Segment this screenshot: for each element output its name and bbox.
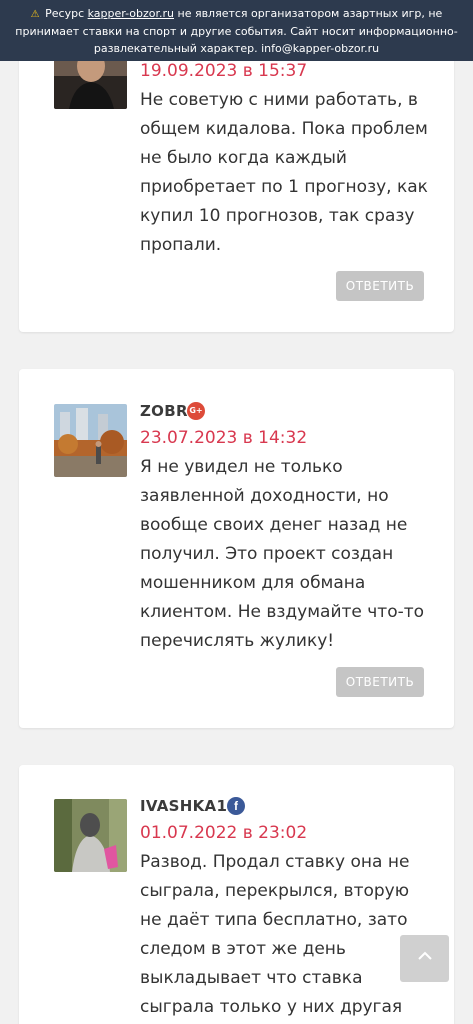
comment-text: Не советую с ними работать, в общем кида… bbox=[140, 90, 428, 255]
scroll-to-top-button[interactable] bbox=[400, 935, 449, 982]
comment-card: ZOBR G+ 23.07.2023 в 14:32 Я не увидел н… bbox=[19, 369, 454, 728]
avatar bbox=[54, 404, 127, 477]
comment-text: Развод. Продал ставку она не сыграла, пе… bbox=[140, 852, 410, 1017]
disclaimer-banner: ⚠ Ресурс kapper-obzor.ru не является орг… bbox=[0, 0, 473, 61]
comment-card: IVASHKA12 f 01.07.2022 в 23:02 Развод. П… bbox=[19, 765, 454, 1024]
banner-site-link[interactable]: kapper-obzor.ru bbox=[88, 7, 174, 20]
google-plus-icon: G+ bbox=[187, 402, 205, 420]
comment-author: IVASHKA12 bbox=[140, 797, 238, 815]
banner-prefix: Ресурс bbox=[45, 7, 85, 20]
comment-date: 23.07.2023 в 14:32 bbox=[140, 428, 308, 448]
reply-button[interactable]: ОТВЕТИТЬ bbox=[336, 271, 424, 301]
chevron-up-icon bbox=[417, 951, 432, 960]
avatar bbox=[54, 799, 127, 872]
facebook-icon: f bbox=[227, 797, 245, 815]
reply-button[interactable]: ОТВЕТИТЬ bbox=[336, 667, 424, 697]
comment-text: Я не увидел не только заявленной доходно… bbox=[140, 457, 425, 651]
comment-date: 19.09.2023 в 15:37 bbox=[140, 61, 308, 81]
warning-icon: ⚠ bbox=[30, 9, 40, 20]
comment-date: 01.07.2022 в 23:02 bbox=[140, 823, 308, 843]
comment-author: ZOBR bbox=[140, 402, 188, 420]
